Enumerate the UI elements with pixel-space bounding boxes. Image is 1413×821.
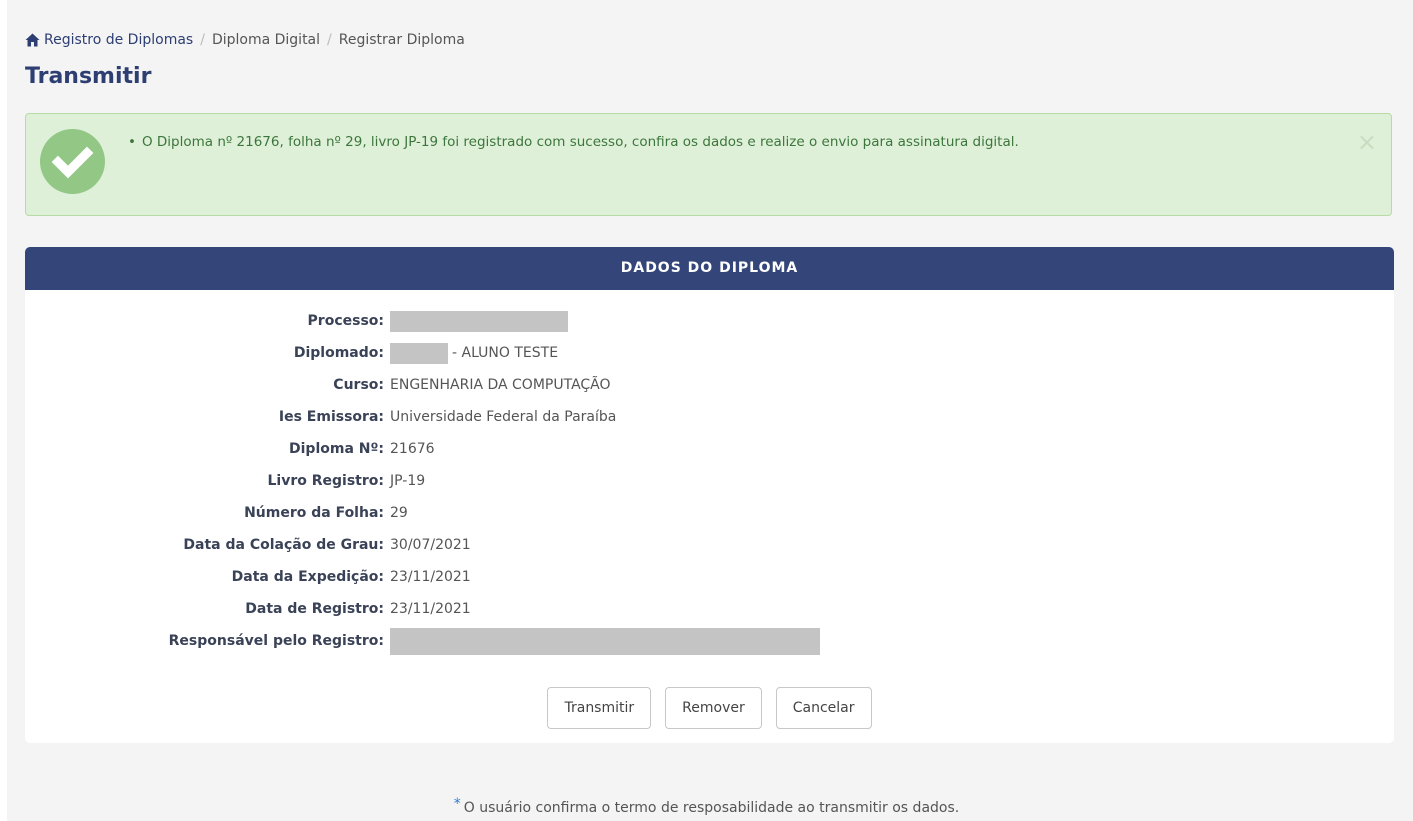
redacted-value	[390, 342, 448, 364]
breadcrumb-separator: /	[200, 32, 205, 48]
footer-note: * O usuário confirma o termo de resposabi…	[0, 796, 1413, 816]
field-row-ies: Ies Emissora: Universidade Federal da Pa…	[25, 401, 1394, 433]
field-value: 29	[390, 505, 408, 521]
field-label: Diploma Nº:	[289, 441, 384, 457]
action-buttons: Transmitir Remover Cancelar	[25, 687, 1394, 729]
field-row-registro: Data de Registro: 23/11/2021	[25, 593, 1394, 625]
cancel-button[interactable]: Cancelar	[775, 687, 872, 729]
field-label: Curso:	[333, 377, 384, 393]
field-label: Data da Colação de Grau:	[183, 537, 384, 553]
breadcrumb-link-diploma-digital[interactable]: Diploma Digital	[212, 32, 320, 48]
field-label: Processo:	[307, 313, 384, 329]
transmit-button[interactable]: Transmitir	[547, 687, 652, 729]
field-value	[390, 627, 820, 655]
star-icon: *	[453, 796, 461, 812]
field-label: Número da Folha:	[244, 505, 384, 521]
field-row-processo: Processo:	[25, 305, 1394, 337]
alert-message: • O Diploma nº 21676, folha nº 29, livro …	[128, 134, 1019, 150]
field-value: 23/11/2021	[390, 569, 471, 585]
remove-button[interactable]: Remover	[665, 687, 762, 729]
panel-title: DADOS DO DIPLOMA	[25, 247, 1394, 290]
field-row-folha: Número da Folha: 29	[25, 497, 1394, 529]
field-value: 30/07/2021	[390, 537, 471, 553]
field-label: Ies Emissora:	[278, 409, 384, 425]
diplomado-name: - ALUNO TESTE	[452, 345, 559, 361]
alert-message-text: O Diploma nº 21676, folha nº 29, livro J…	[141, 134, 1019, 150]
field-label: Data de Registro:	[245, 601, 384, 617]
field-value: - ALUNO TESTE	[390, 342, 559, 364]
close-icon[interactable]: ×	[1357, 130, 1377, 154]
field-row-livro: Livro Registro: JP-19	[25, 465, 1394, 497]
diploma-fields: Processo: Diplomado: - ALUNO TESTE Curso…	[25, 305, 1394, 657]
breadcrumb-current-registrar-diploma: Registrar Diploma	[338, 32, 465, 48]
redacted-value	[390, 310, 568, 332]
field-value: ENGENHARIA DA COMPUTAÇÃO	[390, 377, 611, 393]
redacted-value	[390, 627, 820, 655]
success-alert: • O Diploma nº 21676, folha nº 29, livro …	[25, 113, 1392, 216]
field-value	[390, 310, 568, 332]
left-strip	[0, 0, 7, 821]
page-title: Transmitir	[25, 64, 152, 89]
field-row-curso: Curso: ENGENHARIA DA COMPUTAÇÃO	[25, 369, 1394, 401]
field-value: Universidade Federal da Paraíba	[390, 409, 617, 425]
alert-bullet: •	[128, 134, 136, 150]
field-value: 23/11/2021	[390, 601, 471, 617]
field-row-colacao: Data da Colação de Grau: 30/07/2021	[25, 529, 1394, 561]
field-row-diplomado: Diplomado: - ALUNO TESTE	[25, 337, 1394, 369]
field-label: Data da Expedição:	[231, 569, 384, 585]
breadcrumb: Registro de Diplomas / Diploma Digital /…	[25, 32, 465, 48]
field-label: Diplomado:	[293, 345, 384, 361]
breadcrumb-link-registro-diplomas[interactable]: Registro de Diplomas	[44, 32, 193, 48]
home-icon[interactable]	[25, 33, 40, 47]
field-value: JP-19	[390, 473, 426, 489]
check-circle-icon	[40, 129, 105, 194]
field-label: Livro Registro:	[267, 473, 384, 489]
footer-note-text: O usuário confirma o termo de resposabil…	[463, 800, 960, 816]
field-label: Responsável pelo Registro:	[168, 633, 384, 649]
breadcrumb-separator: /	[327, 32, 332, 48]
field-row-expedicao: Data da Expedição: 23/11/2021	[25, 561, 1394, 593]
field-row-responsavel: Responsável pelo Registro:	[25, 625, 1394, 657]
field-row-diploma-no: Diploma Nº: 21676	[25, 433, 1394, 465]
field-value: 21676	[390, 441, 435, 457]
diploma-data-panel: DADOS DO DIPLOMA Processo: Diplomado: - …	[25, 247, 1394, 743]
